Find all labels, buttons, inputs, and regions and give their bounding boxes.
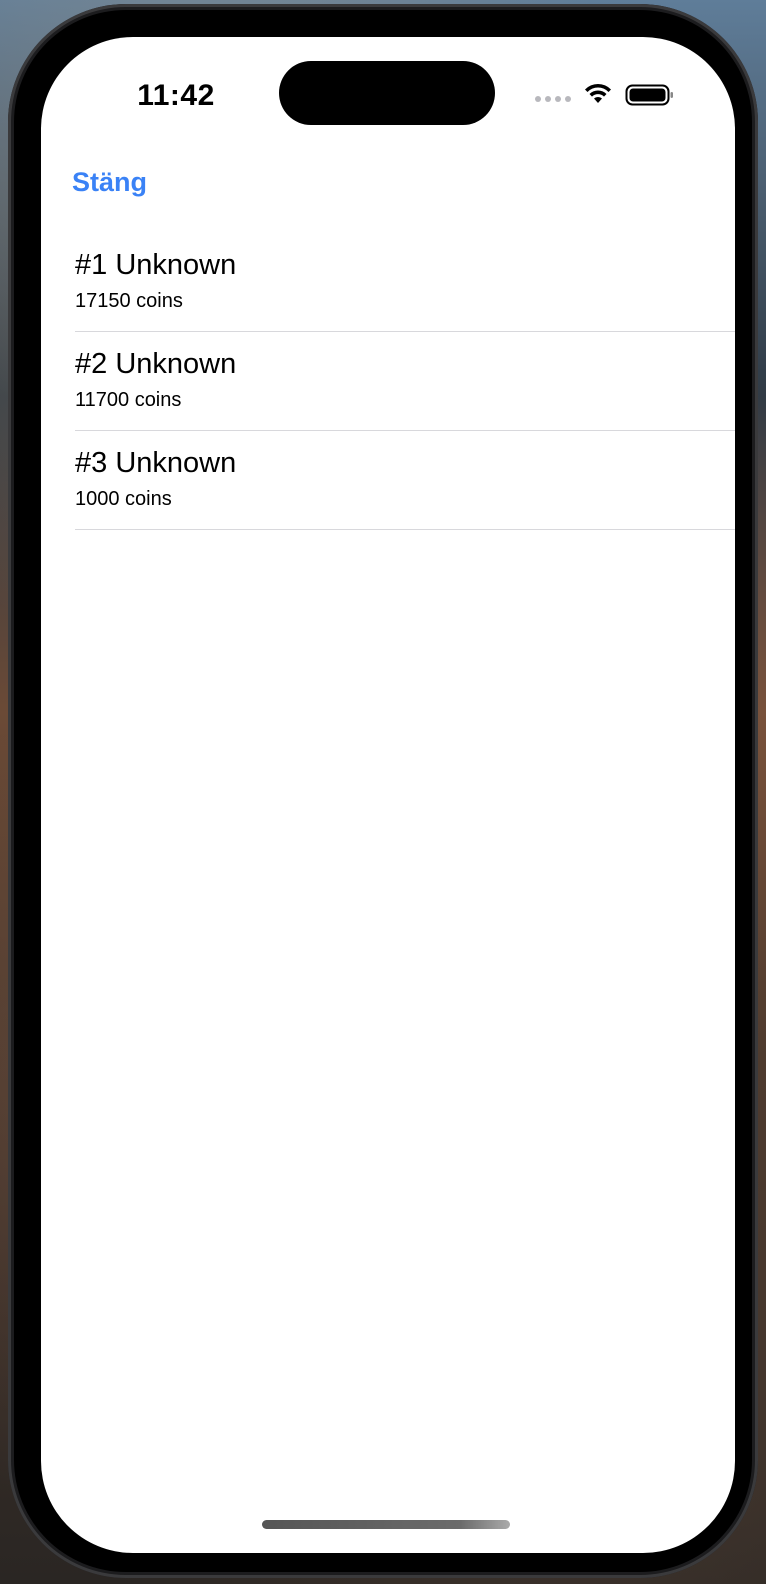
app-screen: 11:42 Stäng #1 Unknown 17150 coins #2 Un…	[41, 37, 735, 1553]
row-title: #3 Unknown	[75, 447, 237, 479]
status-time: 11:42	[137, 79, 215, 112]
dynamic-island	[279, 61, 495, 125]
cellular-signal-icon	[535, 96, 571, 102]
row-coins: 17150 coins	[75, 290, 183, 312]
close-button[interactable]: Stäng	[72, 167, 147, 198]
row-coins: 11700 coins	[75, 389, 182, 411]
row-coins: 1000 coins	[75, 488, 172, 510]
wifi-icon	[585, 83, 611, 103]
leaderboard-row[interactable]: #2 Unknown 11700 coins	[75, 332, 735, 431]
leaderboard-list: #1 Unknown 17150 coins #2 Unknown 11700 …	[75, 233, 735, 530]
leaderboard-row[interactable]: #3 Unknown 1000 coins	[75, 431, 735, 530]
home-indicator[interactable]	[262, 1520, 510, 1529]
row-title: #1 Unknown	[75, 249, 237, 281]
leaderboard-row[interactable]: #1 Unknown 17150 coins	[75, 233, 735, 332]
row-title: #2 Unknown	[75, 348, 237, 380]
phone-bezel: 11:42 Stäng #1 Unknown 17150 coins #2 Un…	[14, 10, 752, 1572]
battery-icon	[625, 84, 673, 106]
phone-frame: 11:42 Stäng #1 Unknown 17150 coins #2 Un…	[8, 4, 758, 1578]
